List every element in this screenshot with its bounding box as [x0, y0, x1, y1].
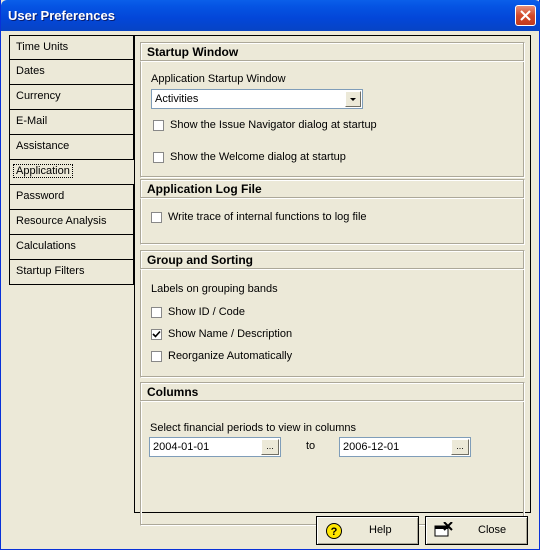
help-button[interactable]: ? Help	[316, 516, 419, 545]
show-id-checkbox[interactable]	[151, 307, 162, 318]
help-icon: ?	[326, 523, 342, 539]
help-label: Help	[369, 524, 392, 536]
section-title: Startup Window	[140, 42, 525, 62]
trace-log-checkbox[interactable]	[151, 212, 162, 223]
period-to-picker-button[interactable]: ...	[451, 439, 469, 455]
sidebar-item-currency[interactable]: Currency	[9, 85, 134, 110]
show-id-label: Show ID / Code	[168, 306, 246, 318]
log-file-section: Application Log File Write trace of inte…	[140, 179, 525, 245]
reorganize-checkbox[interactable]	[151, 351, 162, 362]
group-sorting-section: Group and Sorting Labels on grouping ban…	[140, 250, 525, 378]
section-title: Application Log File	[140, 179, 525, 199]
reorganize-label: Reorganize Automatically	[168, 350, 293, 362]
sidebar-item-calculations[interactable]: Calculations	[9, 235, 134, 260]
sidebar-item-password[interactable]: Password	[9, 185, 134, 210]
close-button[interactable]: Close	[425, 516, 528, 545]
sidebar-item-resource-analysis[interactable]: Resource Analysis	[9, 210, 134, 235]
period-to-value: 2006-12-01	[343, 441, 400, 453]
category-sidebar: Time Units Dates Currency E-Mail Assista…	[9, 35, 135, 285]
checkmark-icon	[152, 330, 161, 338]
sidebar-item-startup-filters[interactable]: Startup Filters	[9, 260, 134, 285]
startup-window-section: Startup Window Application Startup Windo…	[140, 42, 525, 178]
startup-window-label: Application Startup Window	[151, 73, 286, 85]
issue-navigator-label: Show the Issue Navigator dialog at start…	[170, 119, 377, 131]
period-from-picker-button[interactable]: ...	[261, 439, 279, 455]
sidebar-item-time-units[interactable]: Time Units	[9, 35, 134, 60]
sidebar-item-dates[interactable]: Dates	[9, 60, 134, 85]
title-bar: User Preferences	[1, 0, 540, 31]
sidebar-item-application[interactable]: Application	[9, 160, 135, 185]
welcome-dialog-checkbox[interactable]	[153, 152, 164, 163]
period-from-field[interactable]: 2004-01-01 ...	[149, 437, 281, 457]
show-name-label: Show Name / Description	[168, 328, 293, 340]
section-title: Group and Sorting	[140, 250, 525, 270]
sidebar-item-assistance[interactable]: Assistance	[9, 135, 134, 160]
close-label: Close	[478, 524, 507, 536]
show-name-checkbox[interactable]	[151, 329, 162, 340]
svg-text:?: ?	[331, 526, 338, 538]
issue-navigator-checkbox[interactable]	[153, 120, 164, 131]
startup-window-value: Activities	[155, 93, 199, 105]
columns-section: Columns Select financial periods to view…	[140, 382, 525, 526]
sidebar-item-email[interactable]: E-Mail	[9, 110, 134, 135]
dropdown-arrow-icon[interactable]	[345, 91, 361, 107]
welcome-dialog-label: Show the Welcome dialog at startup	[170, 151, 346, 163]
window-title: User Preferences	[8, 8, 115, 23]
financial-periods-label: Select financial periods to view in colu…	[150, 422, 357, 434]
window-close-button[interactable]	[515, 5, 536, 26]
preferences-window: User Preferences Time Units Dates Curren…	[0, 0, 540, 550]
trace-log-label: Write trace of internal functions to log…	[168, 211, 367, 223]
startup-window-select[interactable]: Activities	[151, 89, 363, 109]
period-to-field[interactable]: 2006-12-01 ...	[339, 437, 471, 457]
period-from-value: 2004-01-01	[153, 441, 210, 453]
grouping-bands-label: Labels on grouping bands	[151, 283, 278, 295]
close-window-icon	[434, 522, 453, 537]
settings-panel: Startup Window Application Startup Windo…	[134, 35, 531, 526]
section-title: Columns	[140, 382, 525, 402]
close-icon	[520, 10, 531, 21]
to-label: to	[306, 440, 316, 452]
